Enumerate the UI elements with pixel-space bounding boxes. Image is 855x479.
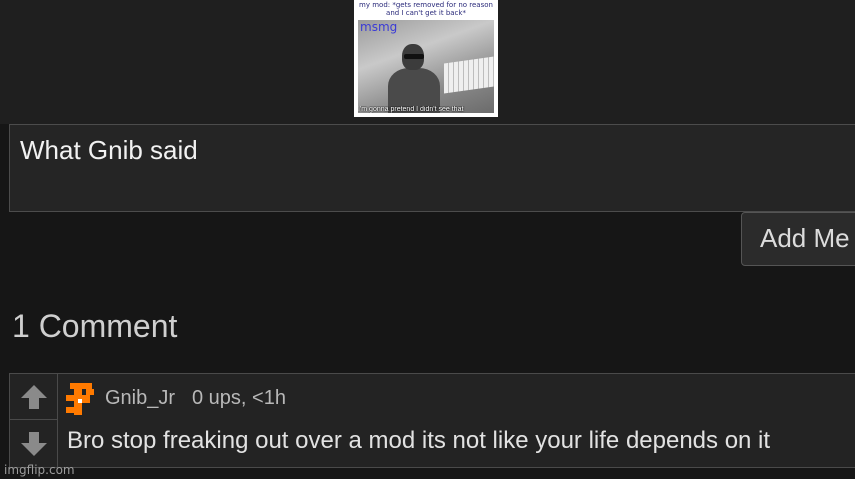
- watermark: imgflip.com: [4, 463, 75, 477]
- piano-shape: [444, 56, 494, 94]
- comment-item: Gnib_Jr 0 ups, <1h Bro stop freaking out…: [9, 373, 855, 468]
- arrow-up-icon: [20, 384, 47, 409]
- meme-bottom-text: I'm gonna pretend I didn't see that: [358, 106, 464, 113]
- add-comment-button[interactable]: Add Me: [741, 212, 855, 266]
- comment-text: Bro stop freaking out over a mod its not…: [67, 427, 771, 454]
- comment-input[interactable]: What Gnib said: [9, 124, 855, 212]
- arrow-down-icon: [20, 432, 47, 456]
- downvote-button[interactable]: [10, 421, 57, 467]
- sunglasses-shape: [404, 54, 424, 59]
- comment-count-heading: 1 Comment: [12, 308, 178, 344]
- comment-meta: 0 ups, <1h: [192, 387, 286, 409]
- meme-tag: msmg: [360, 20, 398, 34]
- meme-caption: my mod: *gets removed for no reason and …: [359, 1, 493, 17]
- upvote-button[interactable]: [10, 374, 57, 420]
- vote-column: [10, 374, 58, 467]
- comment-username[interactable]: Gnib_Jr: [105, 387, 175, 410]
- meme-image[interactable]: my mod: *gets removed for no reason and …: [354, 0, 498, 117]
- avatar[interactable]: [64, 381, 98, 415]
